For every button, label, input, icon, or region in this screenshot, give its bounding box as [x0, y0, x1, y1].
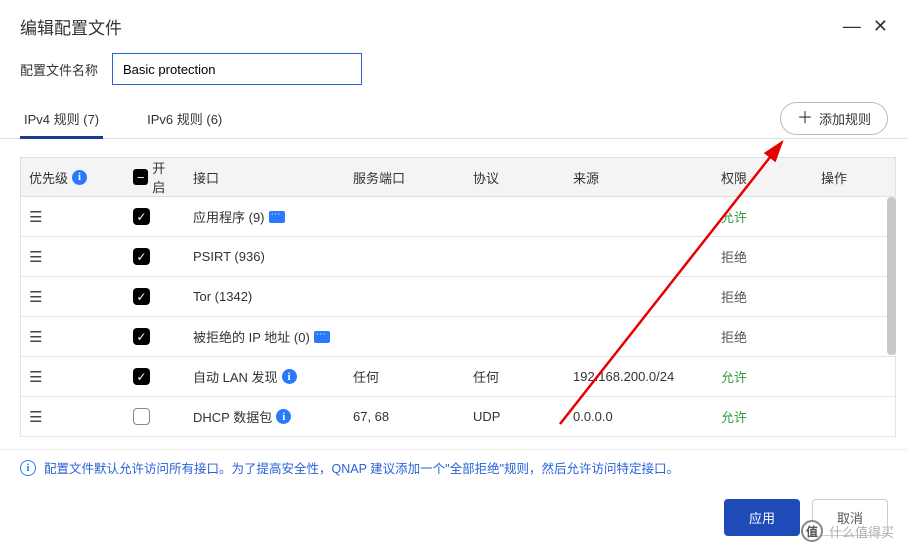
table-row: ☰ ✓ PSIRT (936) 拒绝	[20, 237, 896, 277]
permission-cell: 允许	[713, 207, 813, 226]
drag-handle-icon[interactable]: ☰	[29, 248, 42, 266]
info-icon[interactable]: i	[72, 170, 87, 185]
tab-ipv4-rules[interactable]: IPv4 规则 (7)	[20, 99, 103, 138]
col-permission: 权限	[713, 168, 813, 187]
permission-cell: 拒绝	[713, 247, 813, 266]
drag-handle-icon[interactable]: ☰	[29, 288, 42, 306]
add-rule-label: 添加规则	[819, 109, 871, 128]
apply-button[interactable]: 应用	[724, 499, 800, 536]
info-icon: i	[20, 460, 36, 476]
col-interface: 接口	[185, 168, 345, 187]
plus-icon: ＋	[797, 111, 813, 127]
enable-checkbox[interactable]: ✓	[133, 288, 150, 305]
add-rule-button[interactable]: ＋ 添加规则	[780, 102, 888, 135]
drag-handle-icon[interactable]: ☰	[29, 328, 42, 346]
col-port: 服务端口	[345, 168, 465, 187]
protocol-cell: 任何	[465, 367, 565, 386]
permission-cell: 允许	[713, 407, 813, 426]
port-cell: 任何	[345, 367, 465, 386]
enable-checkbox[interactable]	[133, 408, 150, 425]
info-icon[interactable]: i	[276, 409, 291, 424]
drag-handle-icon[interactable]: ☰	[29, 208, 42, 226]
col-enabled: − 开启	[125, 158, 185, 196]
info-icon[interactable]: i	[282, 369, 297, 384]
table-row: ☰ ✓ 应用程序 (9) 允许	[20, 197, 896, 237]
interface-cell: PSIRT (936)	[185, 249, 345, 264]
table-row: ☰ ✓ Tor (1342) 拒绝	[20, 277, 896, 317]
profile-name-label: 配置文件名称	[20, 60, 98, 79]
minimize-button[interactable]: —	[843, 16, 861, 37]
toggle-all-icon[interactable]: −	[133, 169, 148, 185]
permission-cell: 拒绝	[713, 287, 813, 306]
chat-icon[interactable]	[314, 331, 330, 343]
interface-cell: DHCP 数据包 i	[185, 407, 345, 426]
tab-ipv6-rules[interactable]: IPv6 规则 (6)	[143, 99, 226, 138]
table-row: ☰ DHCP 数据包 i67, 68UDP0.0.0.0允许	[20, 397, 896, 437]
enable-checkbox[interactable]: ✓	[133, 368, 150, 385]
enable-checkbox[interactable]: ✓	[133, 248, 150, 265]
permission-cell: 允许	[713, 367, 813, 386]
source-cell: 0.0.0.0	[565, 409, 713, 424]
interface-cell: Tor (1342)	[185, 289, 345, 304]
table-header: 优先级 i − 开启 接口 服务端口 协议 来源 权限 操作	[20, 157, 896, 197]
dialog-title: 编辑配置文件	[20, 14, 122, 39]
watermark-icon: 值	[801, 520, 823, 542]
col-protocol: 协议	[465, 168, 565, 187]
enable-checkbox[interactable]: ✓	[133, 208, 150, 225]
note-text: 配置文件默认允许访问所有接口。为了提高安全性，QNAP 建议添加一个"全部拒绝"…	[44, 458, 679, 477]
interface-cell: 自动 LAN 发现 i	[185, 367, 345, 386]
drag-handle-icon[interactable]: ☰	[29, 368, 42, 386]
port-cell: 67, 68	[345, 409, 465, 424]
protocol-cell: UDP	[465, 409, 565, 424]
table-row: ☰ ✓ 被拒绝的 IP 地址 (0) 拒绝	[20, 317, 896, 357]
enable-checkbox[interactable]: ✓	[133, 328, 150, 345]
chat-icon[interactable]	[269, 211, 285, 223]
interface-cell: 应用程序 (9)	[185, 207, 345, 226]
interface-cell: 被拒绝的 IP 地址 (0)	[185, 327, 345, 346]
permission-cell: 拒绝	[713, 327, 813, 346]
profile-name-input[interactable]	[112, 53, 362, 85]
table-row: ☰✓自动 LAN 发现 i任何任何192.168.200.0/24允许	[20, 357, 896, 397]
watermark: 值 什么值得买	[801, 520, 894, 542]
col-priority: 优先级 i	[21, 168, 125, 187]
close-button[interactable]: ✕	[873, 16, 888, 37]
col-action: 操作	[813, 168, 877, 187]
col-source: 来源	[565, 168, 713, 187]
scrollbar[interactable]	[887, 197, 896, 355]
source-cell: 192.168.200.0/24	[565, 369, 713, 384]
drag-handle-icon[interactable]: ☰	[29, 408, 42, 426]
